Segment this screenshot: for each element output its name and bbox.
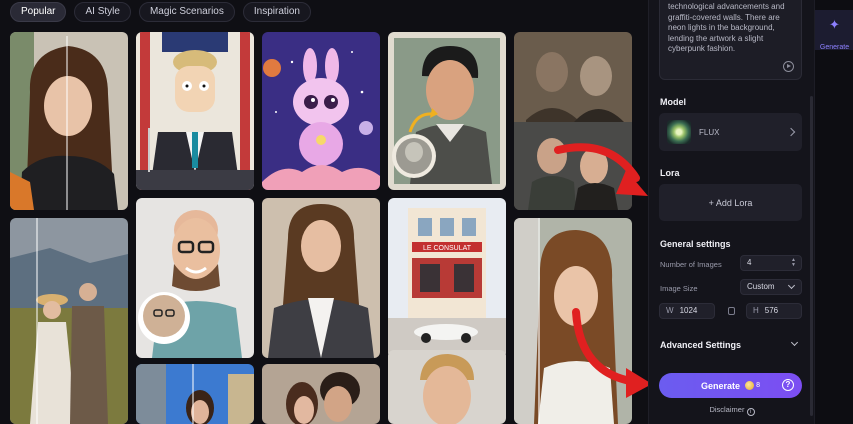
height-label: H (753, 306, 759, 315)
number-of-images-stepper[interactable]: 4 ▲ ▼ (740, 255, 802, 271)
help-icon[interactable]: ? (782, 379, 794, 391)
prompt-text: technological advancements and graffiti-… (668, 2, 785, 53)
red-arrowhead-generate (626, 368, 648, 398)
lora-section-label: Lora (660, 168, 680, 178)
chevron-down-icon (787, 281, 796, 290)
model-selector[interactable]: FLUX (659, 113, 802, 151)
prompt-textarea[interactable]: technological advancements and graffiti-… (659, 0, 802, 80)
number-of-images-label: Number of Images (660, 260, 722, 269)
category-tabs: Popular AI Style Magic Scenarios Inspira… (10, 2, 311, 22)
width-label: W (666, 306, 674, 315)
height-field[interactable]: H 576 (746, 303, 802, 319)
model-thumbnail (667, 120, 691, 144)
sparkle-icon: ✦ (829, 17, 840, 32)
width-field[interactable]: W 1024 (659, 303, 715, 319)
right-rail: ✦ Generate (814, 0, 853, 424)
coin-icon (745, 381, 755, 390)
credit-cost: 8 (756, 382, 760, 389)
app-root: Popular AI Style Magic Scenarios Inspira… (0, 0, 853, 424)
annotation-arrows (554, 143, 648, 398)
image-size-select[interactable]: Custom (740, 279, 802, 295)
number-of-images-value: 4 (747, 258, 752, 267)
disclaimer-link[interactable]: Disclaimer i (649, 405, 815, 416)
height-value: 576 (764, 306, 779, 315)
chevron-right-icon (786, 127, 796, 137)
rail-generate-button[interactable]: ✦ Generate (815, 10, 853, 51)
tab-magic-scenarios[interactable]: Magic Scenarios (138, 2, 235, 22)
tab-ai-style[interactable]: AI Style (74, 2, 131, 22)
tab-popular[interactable]: Popular (10, 2, 67, 22)
model-section-label: Model (660, 97, 686, 107)
rail-generate-label: Generate (819, 44, 850, 51)
generate-label: Generate (701, 380, 741, 391)
stepper-arrows-icon[interactable]: ▲ ▼ (791, 258, 796, 268)
chevron-down-icon[interactable] (790, 338, 799, 347)
advanced-settings-toggle[interactable]: Advanced Settings (660, 340, 741, 350)
image-size-label: Image Size (660, 284, 698, 293)
general-settings-label: General settings (660, 239, 731, 249)
settings-panel: technological advancements and graffiti-… (648, 0, 814, 424)
lock-ratio-icon[interactable] (728, 307, 735, 315)
width-value: 1024 (679, 306, 698, 315)
tab-inspiration[interactable]: Inspiration (242, 2, 311, 22)
image-gallery: LE CONSULAT (0, 28, 648, 424)
red-arrow-to-lora (554, 143, 640, 182)
image-size-value: Custom (747, 282, 775, 291)
info-icon: i (746, 408, 755, 416)
disclaimer-label: Disclaimer (709, 405, 745, 414)
prompt-submit-icon[interactable] (783, 61, 794, 72)
add-lora-button[interactable]: + Add Lora (659, 184, 802, 221)
generate-button[interactable]: Generate 8 ? (659, 373, 802, 398)
panel-scrollbar[interactable] (810, 96, 813, 416)
model-name: FLUX (699, 127, 720, 137)
